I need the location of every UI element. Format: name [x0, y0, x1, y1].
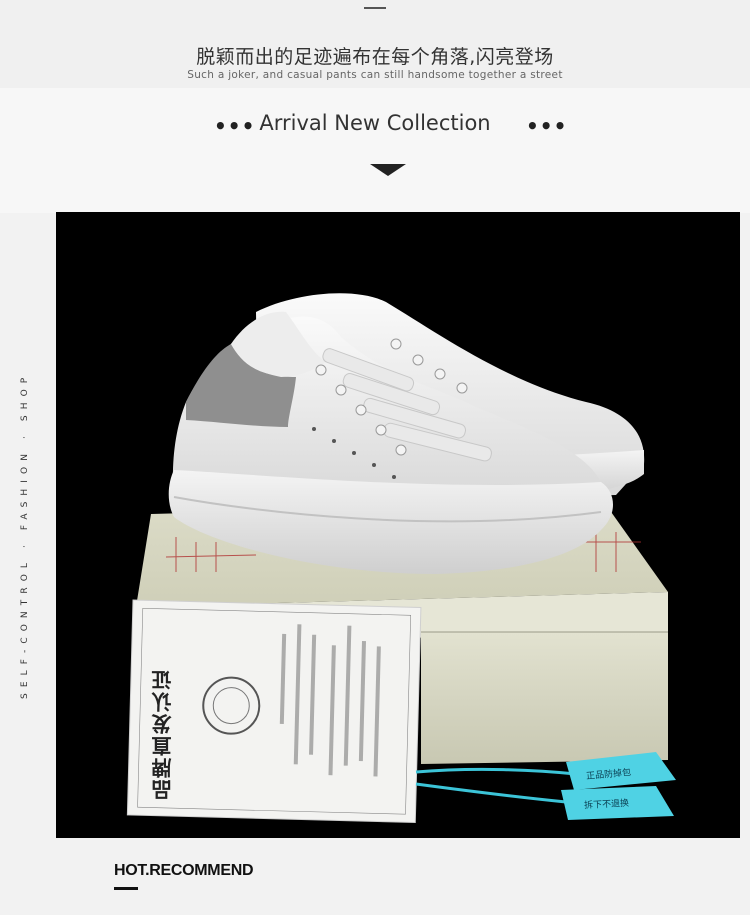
side-vertical-text: SELF-CONTROL · FASHION · SHOP — [20, 371, 30, 699]
dots-right-icon: ••• — [526, 114, 568, 138]
header-cn-title: 脱颖而出的足迹遍布在每个角落,闪亮登场 — [196, 46, 554, 68]
down-arrow-icon — [370, 164, 406, 176]
certificate-title: 品牌直发认证 — [151, 668, 175, 800]
header-en-subtitle: Such a joker, and casual pants can still… — [187, 69, 563, 81]
hot-recommend-title: HOT.RECOMMEND — [114, 862, 254, 879]
tag-label-2: 拆下不退换 — [583, 798, 630, 812]
hot-recommend-underline — [114, 887, 138, 890]
section-band — [0, 88, 750, 213]
header-divider — [364, 7, 386, 9]
section-title: Arrival New Collection — [259, 111, 491, 135]
product-photo: 品牌直发认证 正品防掉包 拆下不退换 — [56, 212, 740, 838]
